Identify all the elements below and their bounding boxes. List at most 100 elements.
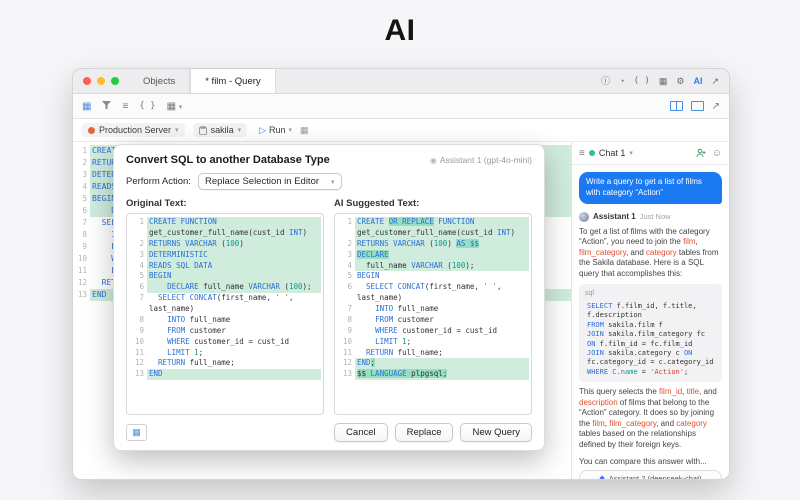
assistant-avatar <box>579 211 589 222</box>
line-number: 5 <box>82 194 87 203</box>
assistant-timestamp: Just Now <box>639 212 671 222</box>
cancel-button[interactable]: Cancel <box>334 423 388 442</box>
database-name: sakila <box>210 125 234 135</box>
database-selector[interactable]: sakila ▾ <box>192 123 248 137</box>
perform-action-value: Replace Selection in Editor <box>204 176 320 187</box>
line-number: 3 <box>139 249 144 259</box>
code-line: 3DETERMINISTIC <box>129 249 321 261</box>
expand-icon[interactable]: ↗ <box>711 76 719 86</box>
line-number: 12 <box>77 278 87 287</box>
grid-icon[interactable]: ▦ <box>659 76 668 86</box>
fullscreen-icon[interactable]: ↗ <box>712 101 720 112</box>
line-number: 3 <box>82 170 87 179</box>
tab-film-query[interactable]: * film - Query <box>190 69 276 93</box>
line-number: 5 <box>139 271 144 281</box>
toolbar: ▦ ≡ { } ▦ ▾ ↗ <box>73 94 729 119</box>
code-line: 2RETURNS VARCHAR (100) <box>129 238 321 250</box>
chat-code-block[interactable]: sql SELECT f.film_id, f.title, f.descrip… <box>579 284 722 383</box>
replace-button[interactable]: Replace <box>394 423 454 442</box>
code-line: 5 BEGIN <box>337 271 529 282</box>
suggested-text-label: AI Suggested Text: <box>334 198 420 209</box>
parentheses-icon[interactable]: ( ) <box>634 76 650 86</box>
line-number: 6 <box>139 282 144 292</box>
compare-options: ◆Assistant 2 (deepseek-chat)★Assistant 3… <box>579 466 722 479</box>
minimize-window-icon[interactable] <box>97 77 105 85</box>
single-view-icon[interactable] <box>690 101 704 111</box>
assistant-paragraph: This query selects the film_id, title, a… <box>579 387 717 449</box>
open-table-icon[interactable]: ▦ <box>300 125 309 136</box>
line-number: 6 <box>82 206 87 215</box>
close-window-icon[interactable] <box>83 77 91 85</box>
line-number: 4 <box>139 260 144 270</box>
history-icon[interactable]: ◔ <box>619 76 624 86</box>
chat-header-actions: ☺ <box>696 148 722 159</box>
zoom-window-icon[interactable] <box>111 77 119 85</box>
line-number: 11 <box>134 347 144 357</box>
code-line: SELECT f.film_id, f.title, f.description <box>587 301 701 320</box>
emoji-icon[interactable]: ☺ <box>712 148 722 159</box>
page-title: AI <box>384 14 416 47</box>
run-label: Run <box>269 125 286 135</box>
suggested-text-panel[interactable]: 1 CREATE OR REPLACE FUNCTION get_customer… <box>334 213 532 415</box>
perform-action-select[interactable]: Replace Selection in Editor ▾ <box>197 173 342 190</box>
info-icon[interactable]: ⓘ <box>601 76 610 86</box>
line-number: 13 <box>77 290 87 299</box>
code-line: 7 INTO full_name <box>337 304 529 315</box>
original-text-panel[interactable]: 1 CREATE FUNCTION get_customer_full_name(… <box>126 213 324 415</box>
line-number: 2 <box>82 158 87 167</box>
split-view-icon[interactable] <box>669 101 683 111</box>
code-line: 12 RETURN full_name; <box>129 358 321 369</box>
table-picker[interactable]: ▦ ▾ <box>167 101 183 112</box>
code-line: 9 WHERE customer_id = cust_id <box>337 326 529 337</box>
perform-action-label: Perform Action: <box>126 176 191 187</box>
code-line: 9 FROM customer <box>129 326 321 337</box>
rows-icon[interactable]: ≡ <box>122 101 128 112</box>
toolbar-right: ↗ <box>669 101 720 112</box>
app-window: Objects * film - Query ⓘ ◔ ( ) ▦ ⚙ AI ↗ … <box>72 68 730 480</box>
server-selector[interactable]: Production Server ▾ <box>82 123 185 137</box>
dialog-assistant-label: Assistant 1 (gpt-4o-mini) <box>439 155 532 165</box>
dialog-panel-labels: Original Text: AI Suggested Text: <box>126 198 532 209</box>
code-line: 6 SELECT CONCAT(first_name, ' ', last_na… <box>337 282 529 304</box>
line-number: 13 <box>342 369 352 379</box>
run-button[interactable]: ▷ Run ▾ <box>259 125 292 136</box>
braces-icon[interactable]: { } <box>139 101 155 111</box>
assistant-paragraph: To get a list of films with the category… <box>579 226 719 278</box>
line-number: 8 <box>82 230 87 239</box>
code-line: 13 END <box>129 369 321 381</box>
code-line: FROM sakila.film f <box>587 320 663 329</box>
database-icon <box>198 125 207 135</box>
menu-icon[interactable]: ≡ <box>579 148 585 159</box>
new-query-button[interactable]: New Query <box>460 423 532 442</box>
connection-bar: Production Server ▾ sakila ▾ ▷ Run ▾ ▦ <box>73 119 729 142</box>
dialog-assistant-badge: ◉ Assistant 1 (gpt-4o-mini) <box>430 155 532 165</box>
main-area: 1CREATE FUNCTION get_customer_full_name(… <box>73 142 729 479</box>
filter-icon[interactable] <box>102 100 112 112</box>
tab-objects[interactable]: Objects <box>129 69 191 93</box>
server-name: Production Server <box>99 125 172 135</box>
line-number: 8 <box>139 314 144 324</box>
ai-panel-button[interactable]: AI <box>693 76 702 86</box>
chat-title[interactable]: Chat 1 <box>599 148 626 158</box>
chevron-down-icon: ▾ <box>175 127 179 134</box>
table-structure-icon[interactable]: ▦ <box>82 101 91 112</box>
perform-action-row: Perform Action: Replace Selection in Edi… <box>126 173 532 190</box>
gear-icon[interactable]: ⚙ <box>676 76 684 86</box>
add-assistant-icon[interactable] <box>696 148 706 158</box>
tabbar-actions: ⓘ ◔ ( ) ▦ ⚙ AI ↗ <box>591 69 729 93</box>
code-line: 2 RETURNS VARCHAR (100) AS $$ <box>337 238 529 250</box>
code-language-label: sql <box>585 290 594 298</box>
filter-funnel-icon <box>102 100 112 109</box>
chevron-down-icon: ▾ <box>237 127 242 134</box>
code-line: 7 SELECT CONCAT(first_name, ' ', last_na… <box>129 293 321 315</box>
code-line: 1 CREATE OR REPLACE FUNCTION get_customer… <box>337 217 529 239</box>
layout-toggle-icon[interactable]: ▦ <box>126 424 147 441</box>
chat-header: ≡ Chat 1 ▾ ☺ <box>572 142 729 165</box>
chat-sql-code: SELECT f.film_id, f.title, f.description… <box>585 302 716 378</box>
line-number: 1 <box>82 146 87 155</box>
assistant-2-button[interactable]: ◆ Assistant 2 (deepseek-chat) <box>579 469 722 479</box>
line-number: 3 <box>347 249 352 259</box>
chevron-down-icon: ▾ <box>331 178 335 186</box>
user-message-bubble: Write a query to get a list of films wit… <box>579 172 722 204</box>
run-icon: ▷ <box>259 124 267 135</box>
